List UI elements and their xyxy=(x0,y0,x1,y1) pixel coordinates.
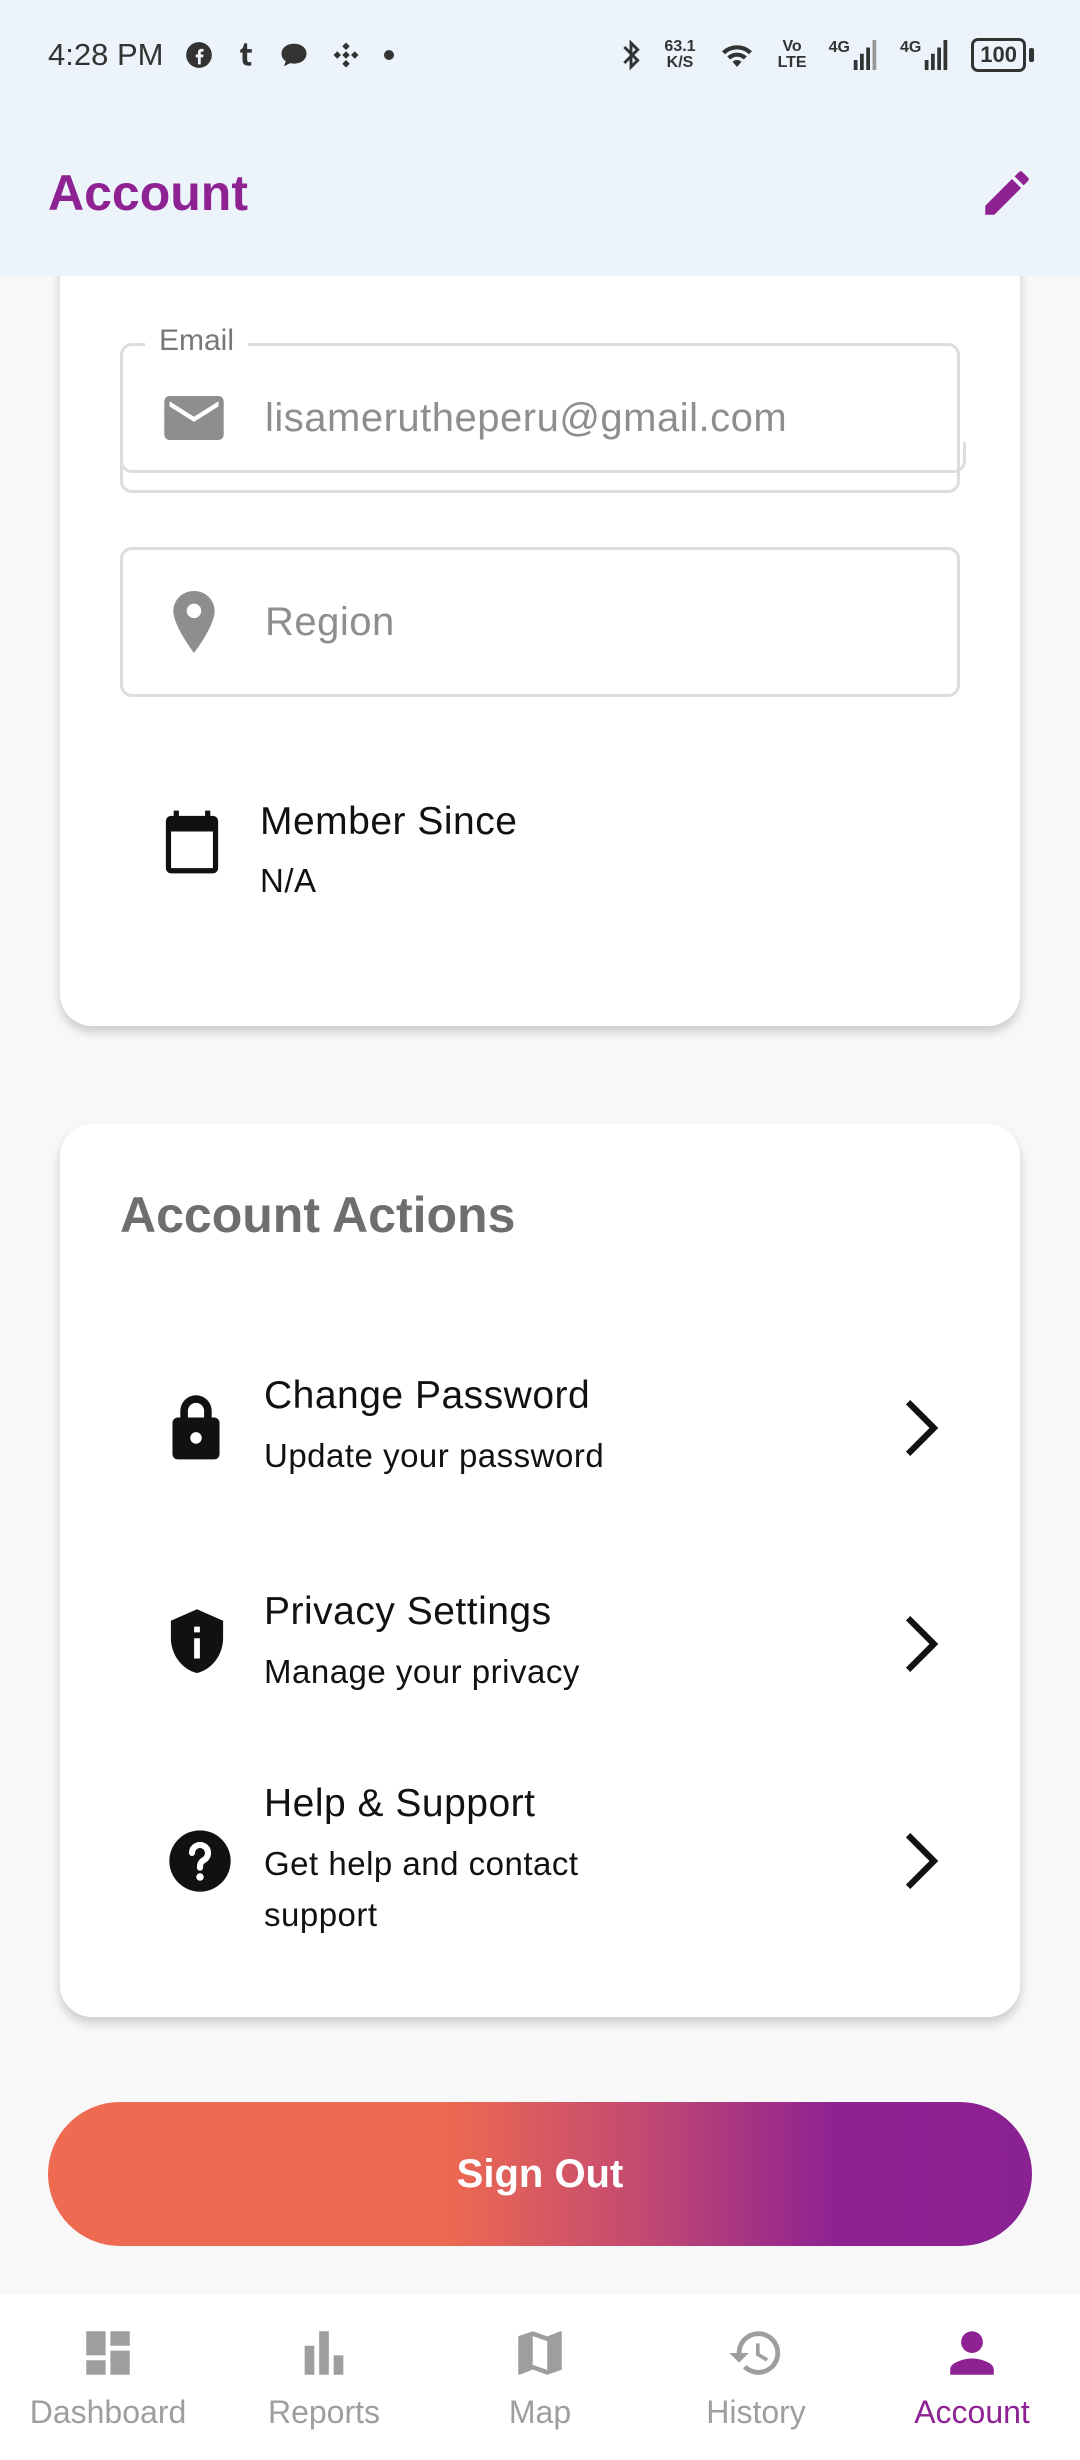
action-title: Change Password xyxy=(264,1374,591,1417)
email-field[interactable]: Email lisamerutheperu@gmail.com xyxy=(120,324,960,493)
action-title: Privacy Settings xyxy=(264,1590,552,1633)
signal-4g-2: 4G xyxy=(900,40,949,70)
lock-icon xyxy=(160,1394,264,1462)
action-title: Help & Support xyxy=(264,1782,536,1825)
edit-button[interactable] xyxy=(978,164,1036,222)
nav-account[interactable]: Account xyxy=(864,2294,1080,2460)
wifi-icon xyxy=(718,40,756,70)
facebook-icon xyxy=(185,41,213,69)
action-subtitle: Update your password xyxy=(264,1437,605,1474)
region-field[interactable]: Region xyxy=(120,547,960,697)
region-placeholder: Region xyxy=(265,599,395,644)
email-label: Email xyxy=(145,324,249,358)
help-icon xyxy=(160,1829,264,1893)
nav-label: Account xyxy=(914,2394,1030,2430)
map-icon xyxy=(518,2331,562,2375)
privacy-settings-row[interactable]: Privacy Settings Manage your privacy xyxy=(160,1590,940,1697)
chevron-right-icon xyxy=(902,1613,940,1675)
email-icon xyxy=(159,393,229,443)
pencil-icon xyxy=(985,171,1029,215)
status-bar: 4:28 PM 63.1 K/S Vo LTE 4G 4G 100 xyxy=(0,0,1080,110)
section-title: Account Actions xyxy=(120,1187,516,1243)
email-value: lisamerutheperu@gmail.com xyxy=(265,395,788,440)
chat-icon xyxy=(279,41,309,69)
member-since-row: Member Since N/A xyxy=(160,800,517,900)
nav-label: History xyxy=(706,2394,806,2430)
nav-label: Reports xyxy=(267,2394,381,2430)
shield-icon xyxy=(160,1608,264,1679)
location-pin-icon xyxy=(159,591,229,653)
history-icon xyxy=(729,2331,781,2375)
nav-reports[interactable]: Reports xyxy=(216,2294,432,2460)
action-subtitle: Get help and contact support xyxy=(264,1845,579,1933)
person-icon xyxy=(950,2331,994,2375)
net-speed: 63.1 K/S xyxy=(664,38,696,71)
profile-card: Email lisamerutheperu@gmail.com Region M… xyxy=(60,180,1020,1026)
calendar-icon xyxy=(160,800,260,876)
tumblr-icon xyxy=(235,41,257,69)
chevron-right-icon xyxy=(902,1397,940,1459)
sign-out-button[interactable]: Sign Out xyxy=(48,2102,1032,2246)
member-since-value: N/A xyxy=(260,862,317,899)
signal-4g-1: 4G xyxy=(829,40,878,70)
battery-icon: 100 xyxy=(971,38,1034,72)
nav-label: Dashboard xyxy=(29,2394,187,2430)
action-subtitle: Manage your privacy xyxy=(264,1653,580,1690)
nav-history[interactable]: History xyxy=(648,2294,864,2460)
dot-icon xyxy=(383,49,395,61)
binance-icon xyxy=(331,40,361,70)
nav-label: Map xyxy=(508,2394,572,2430)
page-title: Account xyxy=(48,165,248,221)
nav-map[interactable]: Map xyxy=(432,2294,648,2460)
dashboard-icon xyxy=(86,2331,130,2375)
volte-indicator: Vo LTE xyxy=(777,38,807,71)
account-actions-card: Account Actions Change Password Update y… xyxy=(60,1124,1020,2017)
change-password-row[interactable]: Change Password Update your password xyxy=(160,1374,940,1481)
help-support-row[interactable]: Help & Support Get help and contact supp… xyxy=(160,1782,940,1940)
nav-dashboard[interactable]: Dashboard xyxy=(0,2294,216,2460)
bottom-navigation: Dashboard Reports Map History Account xyxy=(0,2294,1080,2460)
member-since-label: Member Since xyxy=(260,800,518,843)
bluetooth-icon xyxy=(620,39,642,71)
app-bar: Account xyxy=(0,110,1080,276)
status-time: 4:28 PM xyxy=(48,37,164,72)
bar-chart-icon xyxy=(304,2331,344,2375)
chevron-right-icon xyxy=(902,1830,940,1892)
